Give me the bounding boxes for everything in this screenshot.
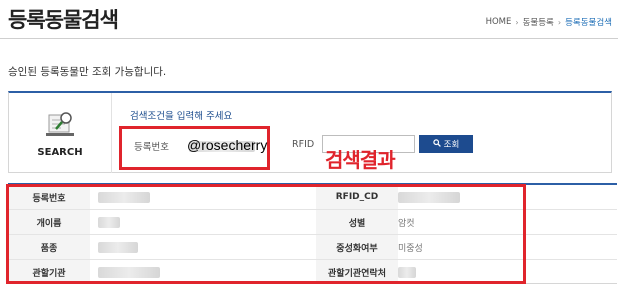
rfid-label: RFID — [292, 139, 315, 150]
breadcrumb: HOME › 동물등록 › 등록동물검색 — [486, 16, 612, 28]
chevron-right-icon: › — [557, 17, 562, 27]
search-hint: 검색조건을 입력해 주세요 — [130, 111, 233, 122]
title-divider — [0, 38, 618, 39]
breadcrumb-current: 등록동물검색 — [565, 18, 612, 28]
result-highlight — [6, 184, 526, 284]
notice-text: 승인된 등록동물만 조회 가능합니다. — [8, 66, 167, 78]
search-button-label: 조회 — [443, 139, 460, 149]
magnifier-document-icon — [43, 109, 77, 143]
watermark: @rosecherry — [187, 137, 268, 153]
search-side: SEARCH — [9, 93, 112, 173]
chevron-right-icon: › — [515, 17, 519, 27]
result-annotation: 검색결과 — [325, 148, 396, 172]
breadcrumb-animal-registration[interactable]: 동물등록 — [523, 16, 554, 28]
search-panel: SEARCH 검색조건을 입력해 주세요 등록번호 RFID 조회 — [8, 91, 612, 173]
search-button[interactable]: 조회 — [419, 135, 473, 153]
search-icon — [432, 139, 441, 149]
page-title: 등록동물검색 — [8, 8, 119, 32]
breadcrumb-home[interactable]: HOME — [486, 17, 512, 27]
search-side-label: SEARCH — [37, 146, 83, 158]
